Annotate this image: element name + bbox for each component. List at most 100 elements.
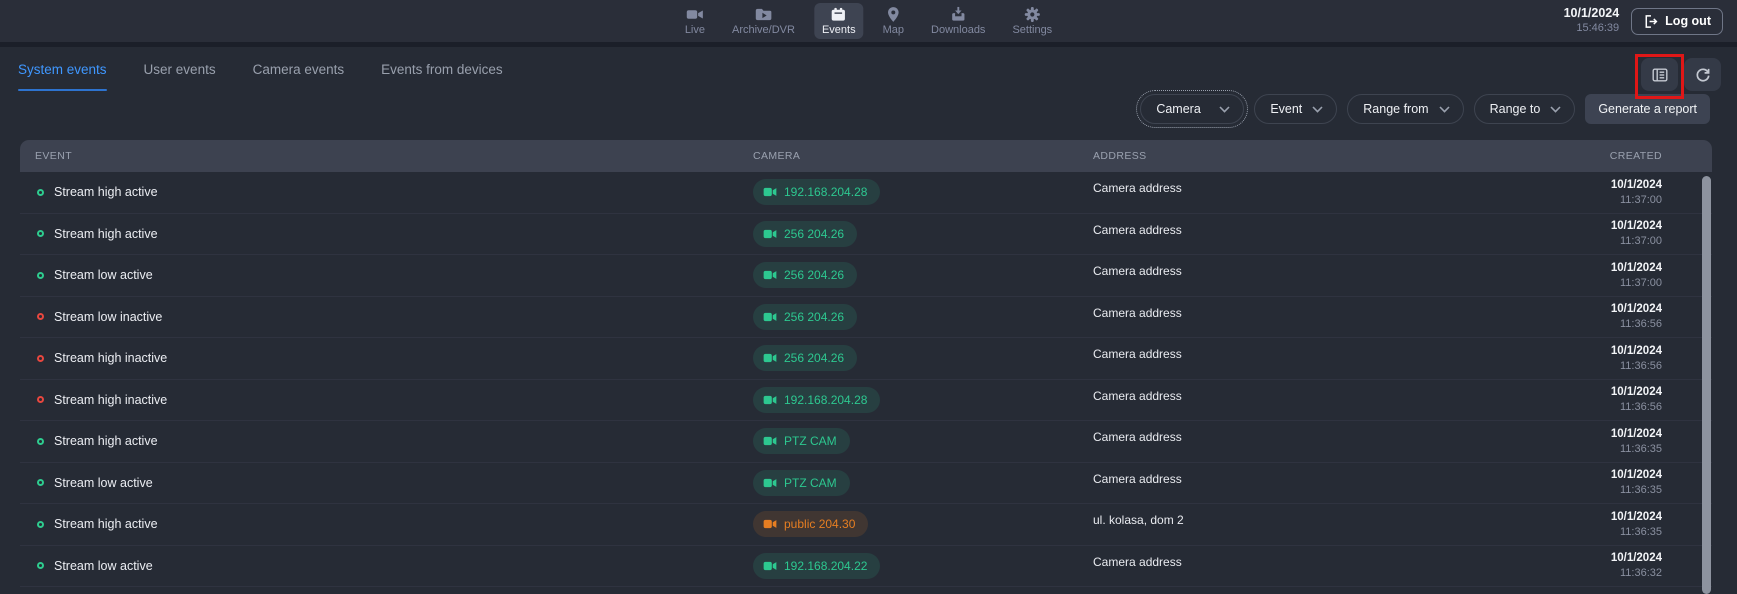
camera-dropdown[interactable]: Camera <box>1140 94 1244 124</box>
nav-item-label: Live <box>685 24 705 37</box>
camera-name: 192.168.204.28 <box>784 185 867 199</box>
camera-badge[interactable]: 192.168.204.22 <box>753 553 880 579</box>
created-time: 11:36:56 <box>1540 400 1662 414</box>
dropdown-label: Range from <box>1363 102 1428 116</box>
camera-badge[interactable]: 256 204.26 <box>753 262 857 288</box>
camera-badge[interactable]: PTZ CAM <box>753 428 850 454</box>
nav-item-archive-dvr[interactable]: Archive/DVR <box>724 3 803 39</box>
camera-badge[interactable]: 192.168.204.28 <box>753 387 880 413</box>
status-active-icon <box>37 272 44 279</box>
created-date: 10/1/2024 <box>1540 551 1662 566</box>
created-cell: 10/1/202411:36:35 <box>1540 510 1712 539</box>
table-row[interactable]: Stream high inactive256 204.26Camera add… <box>20 338 1712 380</box>
logout-label: Log out <box>1665 14 1711 28</box>
chevron-down-icon <box>1312 106 1323 113</box>
table-row[interactable]: Stream high activePTZ CAMCamera address1… <box>20 421 1712 463</box>
address-cell: Camera address <box>1093 306 1540 320</box>
camera-badge[interactable]: 256 204.26 <box>753 304 857 330</box>
created-date: 10/1/2024 <box>1540 261 1662 276</box>
nav-item-settings[interactable]: Settings <box>1004 3 1060 39</box>
camera-name: 192.168.204.22 <box>784 559 867 573</box>
camera-cell: PTZ CAM <box>753 428 1093 454</box>
nav-item-label: Archive/DVR <box>732 24 795 37</box>
table-row[interactable]: Stream high active 192.168.204.28 Camera a… <box>20 172 1712 214</box>
report-view-button[interactable] <box>1641 58 1678 91</box>
nav-item-label: Map <box>883 24 904 37</box>
table-row[interactable]: Stream low inactive 256 204.26 Camera addr… <box>20 297 1712 339</box>
main-nav: Live Archive/DVR Events Map Downloads Setting… <box>677 0 1060 42</box>
table-row[interactable]: Stream high inactive192.168.204.28Camera… <box>20 380 1712 422</box>
created-date: 10/1/2024 <box>1540 427 1662 442</box>
address-cell: Camera address <box>1093 264 1540 278</box>
table-row[interactable]: Stream high active 256 204.26 Camera addre… <box>20 214 1712 256</box>
event-name: Stream low inactive <box>54 310 162 324</box>
nav-item-live[interactable]: Live <box>677 3 713 39</box>
camera-badge[interactable]: public 204.30 <box>753 511 868 537</box>
status-active-icon <box>37 230 44 237</box>
tab-user-events[interactable]: User events <box>144 58 216 81</box>
tab-system-events[interactable]: System events <box>18 58 107 81</box>
created-cell: 10/1/202411:36:35 <box>1540 468 1712 497</box>
created-time: 11:36:35 <box>1540 442 1662 456</box>
camera-cell: 192.168.204.22 <box>753 553 1093 579</box>
nav-item-label: Events <box>822 24 856 37</box>
range-to-dropdown[interactable]: Range to <box>1474 94 1576 124</box>
events-tabs: System events User events Camera events Eve… <box>18 58 503 81</box>
nav-item-events[interactable]: Events <box>814 3 864 39</box>
server-datetime: 10/1/2024 15:46:39 <box>1564 6 1620 35</box>
tab-events-from-devices[interactable]: Events from devices <box>381 58 503 81</box>
created-date: 10/1/2024 <box>1540 385 1662 400</box>
created-time: 11:36:56 <box>1540 359 1662 373</box>
address-cell: Camera address <box>1093 181 1540 195</box>
camera-badge[interactable]: 192.168.204.28 <box>753 179 880 205</box>
camera-name: 256 204.26 <box>784 351 844 365</box>
column-header-event: EVENT <box>20 150 753 162</box>
event-name: Stream high active <box>54 227 158 241</box>
event-dropdown[interactable]: Event <box>1254 94 1337 124</box>
event-cell: Stream low active <box>20 559 753 573</box>
camera-badge-icon <box>763 229 777 239</box>
created-cell: 10/1/202411:37:00 <box>1540 261 1712 290</box>
camera-badge[interactable]: 256 204.26 <box>753 345 857 371</box>
range-from-dropdown[interactable]: Range from <box>1347 94 1463 124</box>
downloads-icon <box>949 6 967 23</box>
table-toolbar <box>1641 58 1721 91</box>
address-cell: Camera address <box>1093 223 1540 237</box>
camera-badge[interactable]: 256 204.26 <box>753 221 857 247</box>
generate-report-button[interactable]: Generate a report <box>1585 94 1710 124</box>
table-row[interactable]: Stream low activePTZ CAMCamera address10… <box>20 463 1712 505</box>
nav-item-map[interactable]: Map <box>875 3 912 39</box>
created-date: 10/1/2024 <box>1540 178 1662 193</box>
camera-badge[interactable]: PTZ CAM <box>753 470 850 496</box>
dropdown-label: Range to <box>1490 102 1541 116</box>
event-cell: Stream low active <box>20 476 753 490</box>
status-active-icon <box>37 438 44 445</box>
events-calendar-icon <box>830 6 848 23</box>
logout-button[interactable]: Log out <box>1631 8 1723 35</box>
status-active-icon <box>37 521 44 528</box>
event-name: Stream low active <box>54 476 153 490</box>
nav-item-downloads[interactable]: Downloads <box>923 3 993 39</box>
created-time: 11:36:56 <box>1540 317 1662 331</box>
camera-cell: 256 204.26 <box>753 345 1093 371</box>
column-header-camera: CAMERA <box>753 150 1093 162</box>
vertical-scrollbar[interactable] <box>1702 176 1711 594</box>
event-cell: Stream high active <box>20 185 753 199</box>
event-cell: Stream high active <box>20 434 753 448</box>
camera-badge-icon <box>763 395 777 405</box>
refresh-button[interactable] <box>1684 58 1721 91</box>
nav-item-label: Settings <box>1012 24 1052 37</box>
event-name: Stream low active <box>54 559 153 573</box>
table-row[interactable]: Stream high activepublic 204.30ul. kolas… <box>20 504 1712 546</box>
tab-camera-events[interactable]: Camera events <box>253 58 345 81</box>
status-active-icon <box>37 479 44 486</box>
table-row[interactable]: Stream low active192.168.204.22Camera ad… <box>20 546 1712 588</box>
chevron-down-icon <box>1439 106 1450 113</box>
camera-cell: 256 204.26 <box>753 262 1093 288</box>
camera-badge-icon <box>763 561 777 571</box>
event-cell: Stream high active <box>20 227 753 241</box>
status-active-icon <box>37 562 44 569</box>
event-cell: Stream high inactive <box>20 351 753 365</box>
created-time: 11:36:35 <box>1540 525 1662 539</box>
table-row[interactable]: Stream low active256 204.26Camera addres… <box>20 255 1712 297</box>
